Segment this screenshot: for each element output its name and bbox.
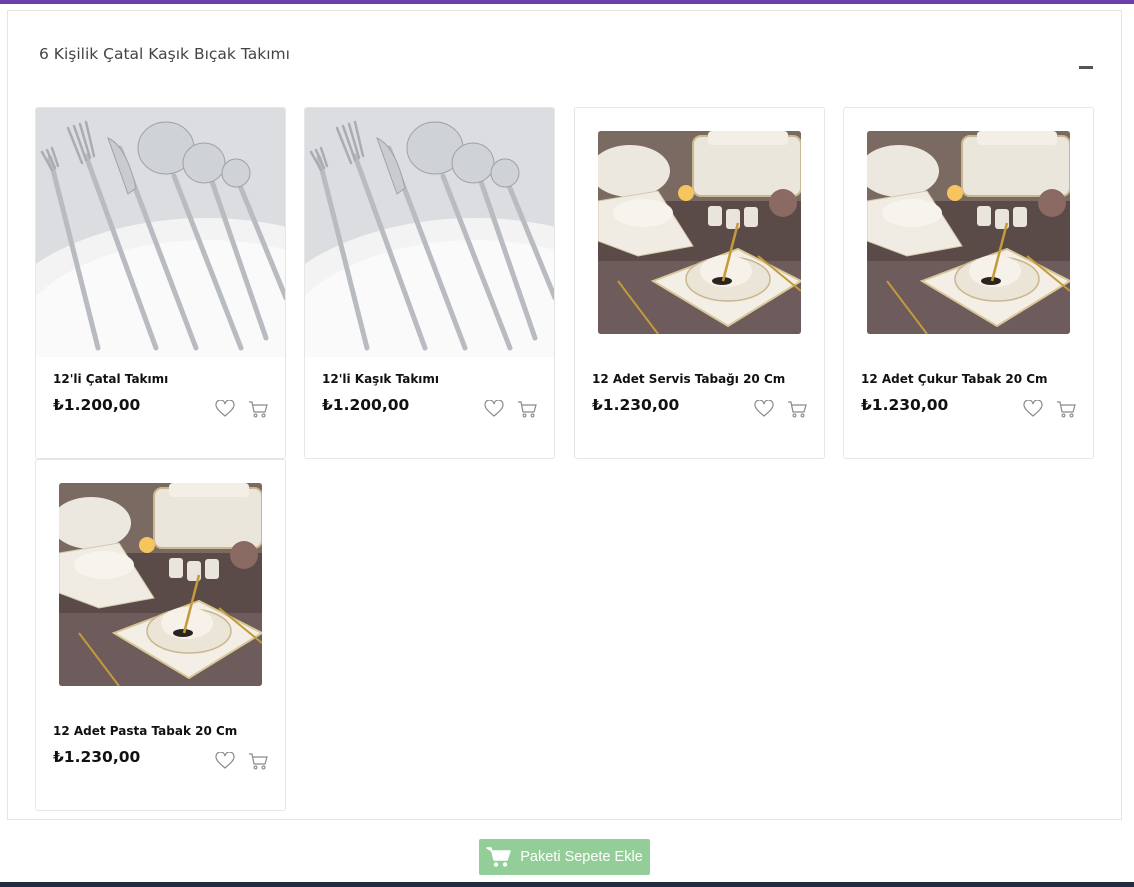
- product-price: ₺1.230,00: [53, 748, 141, 766]
- cart-icon[interactable]: [248, 752, 268, 770]
- product-card[interactable]: 12 Adet Servis Tabağı 20 Cm ₺1.230,00: [574, 107, 825, 459]
- product-image[interactable]: [867, 131, 1070, 334]
- cart-icon[interactable]: [1056, 400, 1076, 418]
- cart-icon: [486, 847, 511, 867]
- product-card[interactable]: 12 Adet Çukur Tabak 20 Cm ₺1.230,00: [843, 107, 1094, 459]
- add-package-label: Paketi Sepete Ekle: [520, 849, 643, 865]
- product-image[interactable]: [59, 483, 262, 686]
- footer-bar: [0, 882, 1134, 887]
- product-price: ₺1.230,00: [592, 396, 680, 414]
- add-package-to-cart-button[interactable]: Paketi Sepete Ekle: [479, 839, 650, 875]
- product-name[interactable]: 12'li Kaşık Takımı: [322, 372, 439, 386]
- product-price: ₺1.200,00: [322, 396, 410, 414]
- cart-icon[interactable]: [248, 400, 268, 418]
- product-price: ₺1.230,00: [861, 396, 949, 414]
- product-card[interactable]: 12 Adet Pasta Tabak 20 Cm ₺1.230,00: [35, 459, 286, 811]
- heart-icon[interactable]: [754, 400, 774, 418]
- product-name[interactable]: 12'li Çatal Takımı: [53, 372, 168, 386]
- product-price: ₺1.200,00: [53, 396, 141, 414]
- package-title: 6 Kişilik Çatal Kaşık Bıçak Takımı: [39, 45, 290, 63]
- minus-icon[interactable]: [1079, 66, 1093, 69]
- cart-icon[interactable]: [787, 400, 807, 418]
- heart-icon[interactable]: [215, 752, 235, 770]
- product-name[interactable]: 12 Adet Pasta Tabak 20 Cm: [53, 724, 237, 738]
- product-image[interactable]: [36, 108, 285, 357]
- top-accent-bar: [0, 0, 1134, 4]
- product-card[interactable]: 12'li Çatal Takımı ₺1.200,00: [35, 107, 286, 459]
- product-name[interactable]: 12 Adet Servis Tabağı 20 Cm: [592, 372, 785, 386]
- heart-icon[interactable]: [215, 400, 235, 418]
- product-image[interactable]: [305, 108, 554, 357]
- product-card[interactable]: 12'li Kaşık Takımı ₺1.200,00: [304, 107, 555, 459]
- cart-icon[interactable]: [517, 400, 537, 418]
- heart-icon[interactable]: [1023, 400, 1043, 418]
- heart-icon[interactable]: [484, 400, 504, 418]
- product-name[interactable]: 12 Adet Çukur Tabak 20 Cm: [861, 372, 1048, 386]
- product-image[interactable]: [598, 131, 801, 334]
